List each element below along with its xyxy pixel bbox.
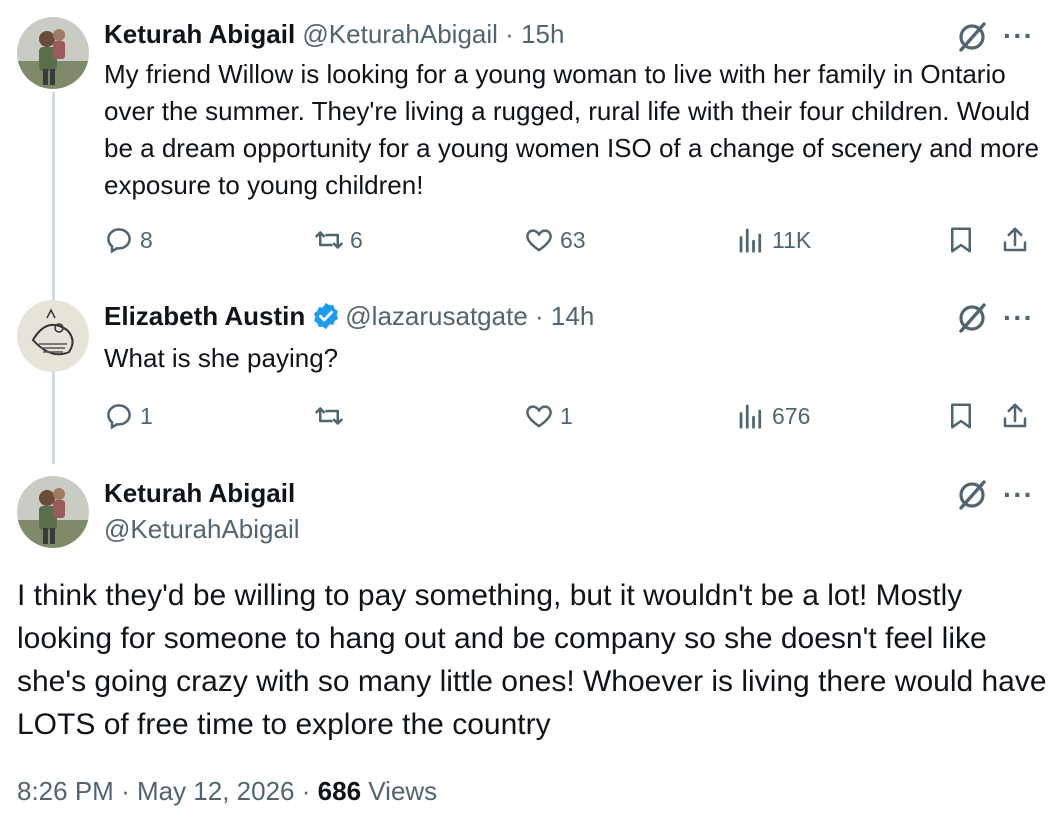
reply-count: 1 (140, 402, 153, 429)
grok-icon[interactable] (955, 301, 989, 335)
more-horizontal-icon[interactable]: ··· (1003, 304, 1034, 332)
tweet-actions: 1 1 676 (104, 396, 1044, 436)
separator-dot: · (301, 776, 311, 806)
author-handle[interactable]: @KeturahAbigail (302, 18, 498, 50)
views-count: 676 (772, 402, 811, 429)
repost-button[interactable]: 6 (314, 220, 363, 260)
repost-icon (315, 231, 343, 249)
tweet-actions: 8 6 63 11K (104, 220, 1044, 260)
avatar[interactable] (17, 476, 89, 548)
bookmark-button[interactable] (946, 220, 976, 260)
separator-dot: · (121, 776, 130, 806)
tweet-header: Keturah Abigail @KeturahAbigail · 15h (104, 18, 564, 50)
views-button[interactable]: 676 (736, 396, 810, 436)
like-count: 63 (560, 226, 586, 253)
post-time[interactable]: 8:26 PM (17, 776, 114, 806)
author-handle[interactable]: @lazarusatgate (345, 300, 528, 332)
avatar[interactable] (17, 17, 89, 89)
like-button[interactable]: 1 (524, 396, 573, 436)
tweet-text: What is she paying? (104, 343, 339, 373)
timestamp[interactable]: 14h (551, 300, 594, 332)
avatar[interactable] (17, 300, 89, 372)
reply-button[interactable]: 8 (104, 220, 153, 260)
author-name[interactable]: Keturah Abigail (104, 476, 295, 510)
bookmark-button[interactable] (946, 396, 976, 436)
grok-icon[interactable] (955, 20, 989, 54)
post-date[interactable]: May 12, 2026 (137, 776, 295, 806)
separator-dot: · (535, 301, 544, 331)
reply-icon (107, 404, 131, 430)
tweet-metadata: 8:26 PM · May 12, 2026 · 686 Views (17, 773, 437, 809)
thread-connector-line (52, 372, 55, 464)
views-icon (739, 404, 762, 429)
like-button[interactable]: 63 (524, 220, 586, 260)
share-button[interactable] (1000, 396, 1030, 436)
avatar-photo (17, 17, 89, 89)
repost-button[interactable] (314, 396, 350, 436)
thread-connector-line (52, 92, 55, 304)
views-icon (739, 228, 762, 253)
views-count: 686 (317, 776, 362, 806)
reply-button[interactable]: 1 (104, 396, 153, 436)
avatar-photo (17, 300, 89, 372)
author-name[interactable]: Keturah Abigail (104, 18, 295, 50)
like-count: 1 (560, 402, 573, 429)
bookmark-icon (951, 403, 971, 429)
share-icon (1003, 403, 1027, 428)
verified-badge-icon (314, 302, 339, 330)
share-icon (1003, 227, 1027, 252)
repost-count: 6 (350, 226, 363, 253)
author-name[interactable]: Elizabeth Austin (104, 300, 305, 332)
reply-icon (107, 228, 131, 254)
heart-icon (526, 405, 552, 428)
more-horizontal-icon[interactable]: ··· (1003, 22, 1034, 50)
views-button[interactable]: 11K (736, 220, 811, 260)
tweet-text: I think they'd be willing to pay somethi… (17, 579, 1047, 741)
bookmark-icon (951, 227, 971, 253)
views-count: 11K (772, 226, 812, 253)
grok-icon[interactable] (955, 478, 989, 512)
separator-dot: · (505, 19, 514, 49)
reply-count: 8 (140, 226, 153, 253)
author-handle[interactable]: @KeturahAbigail (104, 512, 300, 546)
heart-icon (526, 229, 552, 252)
repost-icon (315, 407, 343, 425)
timestamp[interactable]: 15h (521, 18, 564, 50)
more-horizontal-icon[interactable]: ··· (1003, 481, 1034, 509)
tweet-header: Elizabeth Austin @lazarusatgate · 14h (104, 300, 594, 332)
share-button[interactable] (1000, 220, 1030, 260)
tweet-text: My friend Willow is looking for a young … (104, 59, 1040, 200)
views-label: Views (368, 776, 438, 806)
avatar-photo (17, 476, 89, 548)
